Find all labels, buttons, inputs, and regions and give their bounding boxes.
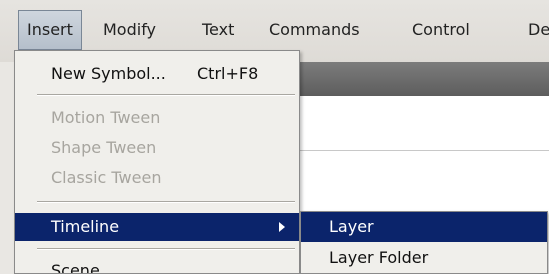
submenu-arrow-icon (279, 222, 285, 232)
timeline-submenu: Layer Layer Folder (300, 211, 548, 274)
menu-item-shape-tween: Shape Tween (15, 134, 299, 162)
menu-insert[interactable]: Insert (18, 10, 82, 50)
menu-item-motion-tween: Motion Tween (15, 104, 299, 132)
menu-item-timeline[interactable]: Timeline (15, 213, 299, 241)
shortcut-label: Ctrl+F8 (197, 64, 259, 83)
menu-item-label: Scene (51, 261, 100, 274)
menu-item-label: Timeline (51, 217, 120, 236)
submenu-item-layer-folder[interactable]: Layer Folder (301, 243, 547, 273)
menu-item-label: Classic Tween (51, 168, 162, 187)
submenu-item-layer[interactable]: Layer (301, 212, 547, 242)
menu-item-classic-tween: Classic Tween (15, 164, 299, 192)
insert-menu-dropdown: New Symbol... Ctrl+F8 Motion Tween Shape… (14, 50, 300, 274)
menu-item-label: Motion Tween (51, 108, 161, 127)
menu-separator (37, 248, 295, 250)
menu-modify[interactable]: Modify (103, 10, 156, 50)
menu-item-scene[interactable]: Scene (15, 257, 299, 274)
menu-item-label: Layer Folder (329, 248, 429, 267)
menu-commands[interactable]: Commands (269, 10, 360, 50)
menu-text[interactable]: Text (202, 10, 234, 50)
menu-separator (37, 201, 295, 203)
menu-item-label: New Symbol... (51, 64, 166, 83)
menu-debug[interactable]: De (528, 10, 549, 50)
menubar: Insert Modify Text Commands Control De (14, 10, 549, 50)
menu-separator (37, 94, 295, 96)
menu-control[interactable]: Control (412, 10, 470, 50)
menu-item-new-symbol[interactable]: New Symbol... Ctrl+F8 (15, 60, 299, 88)
menu-item-label: Layer (329, 217, 374, 236)
menu-item-label: Shape Tween (51, 138, 157, 157)
